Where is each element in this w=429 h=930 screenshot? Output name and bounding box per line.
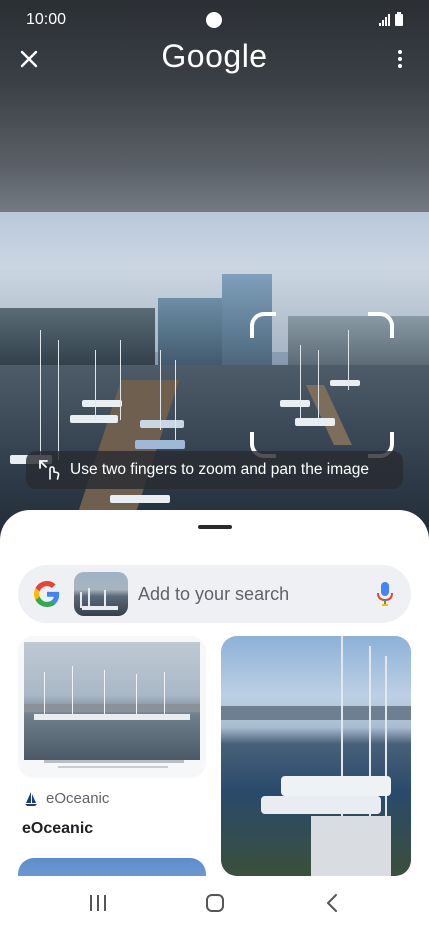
sailboat-icon [25,791,37,806]
mic-button[interactable] [373,579,397,609]
zoom-hint-text: Use two fingers to zoom and pan the imag… [70,461,369,478]
more-options-button[interactable] [385,44,415,74]
result-card-image[interactable] [18,858,206,876]
selection-frame[interactable] [250,312,394,458]
photo-mast [160,350,161,430]
query-image-thumbnail[interactable] [74,572,128,616]
photo-boat [135,440,185,449]
photo-boat [140,420,184,428]
zoom-hint-tooltip: Use two fingers to zoom and pan the imag… [26,451,403,489]
result-card-image[interactable] [221,636,411,876]
search-input[interactable]: Add to your search [138,584,373,605]
google-logo: Google [161,38,268,74]
back-icon[interactable] [325,893,339,913]
google-g-icon [32,579,62,609]
photo-boat [82,400,122,407]
battery-icon [395,12,403,26]
mic-icon [377,582,393,606]
crop-handle-top-left[interactable] [250,312,276,338]
photo-mast [175,360,176,440]
status-time: 10:00 [26,11,67,28]
result-source-name: eOceanic [46,790,110,807]
signal-icon [379,14,390,26]
photo-boat [70,415,118,423]
photo-building [0,308,155,370]
photo-boat [110,495,170,503]
recents-icon[interactable] [90,895,107,911]
photo-mast [40,330,41,460]
thumbnail-caption [58,766,168,768]
more-vert-icon [398,50,402,54]
result-title[interactable]: eOceanic [22,820,93,838]
status-icons [379,12,403,26]
sheet-drag-handle[interactable] [198,525,232,529]
photo-mast [120,340,121,420]
results-sheet: Add to your search eOceanic eOceanic [0,510,429,876]
zoom-gesture-icon [39,460,60,480]
crop-handle-top-right[interactable] [368,312,394,338]
result-card-image[interactable] [18,636,206,778]
result-thumbnail [24,642,200,760]
search-bar[interactable]: Add to your search [18,565,411,623]
photo-mast [95,350,96,420]
system-navigation-bar [0,876,429,930]
thumbnail-caption [44,760,184,763]
result-source[interactable]: eOceanic [24,790,109,807]
photo-mast [58,340,59,460]
front-camera [206,12,222,28]
photo-building [158,298,226,370]
home-icon[interactable] [206,894,225,912]
